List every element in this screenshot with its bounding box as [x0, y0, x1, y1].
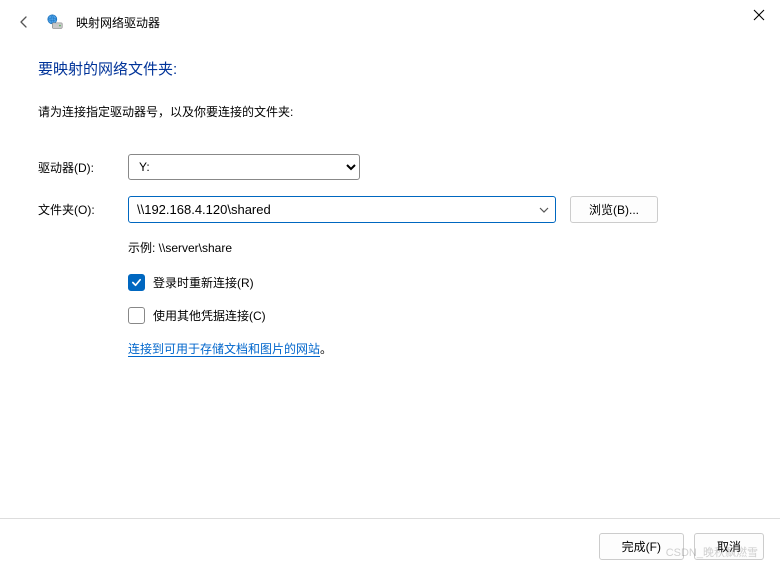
finish-button[interactable]: 完成(F) [599, 533, 684, 560]
folder-label: 文件夹(O): [38, 201, 128, 218]
folder-row: 文件夹(O): 浏览(B)... [38, 196, 742, 223]
drive-label: 驱动器(D): [38, 159, 128, 176]
connect-website-row: 连接到可用于存储文档和图片的网站。 [128, 340, 742, 359]
folder-input[interactable] [129, 199, 533, 220]
page-heading: 要映射的网络文件夹: [38, 58, 742, 79]
titlebar: 映射网络驱动器 [0, 0, 780, 40]
folder-combobox[interactable] [128, 196, 556, 223]
instruction-text: 请为连接指定驱动器号，以及你要连接的文件夹: [38, 103, 742, 120]
chevron-down-icon[interactable] [533, 207, 555, 213]
dialog-footer: 完成(F) 取消 [0, 518, 780, 574]
drive-globe-icon [46, 13, 64, 31]
cancel-button[interactable]: 取消 [694, 533, 764, 560]
browse-button[interactable]: 浏览(B)... [570, 196, 658, 223]
othercreds-checkbox[interactable] [128, 307, 145, 324]
othercreds-checkbox-row: 使用其他凭据连接(C) [128, 307, 742, 324]
othercreds-label: 使用其他凭据连接(C) [153, 307, 266, 324]
dialog-content: 要映射的网络文件夹: 请为连接指定驱动器号，以及你要连接的文件夹: 驱动器(D)… [0, 40, 780, 359]
window-title: 映射网络驱动器 [76, 14, 160, 31]
back-button[interactable] [14, 12, 34, 32]
reconnect-checkbox-row: 登录时重新连接(R) [128, 274, 742, 291]
example-text: 示例: \\server\share [128, 239, 742, 256]
connect-website-link[interactable]: 连接到可用于存储文档和图片的网站 [128, 342, 320, 357]
reconnect-label: 登录时重新连接(R) [153, 274, 254, 291]
drive-select[interactable]: Y: [128, 154, 360, 180]
reconnect-checkbox[interactable] [128, 274, 145, 291]
drive-row: 驱动器(D): Y: [38, 154, 742, 180]
link-period: 。 [320, 342, 332, 356]
close-button[interactable] [752, 8, 766, 22]
